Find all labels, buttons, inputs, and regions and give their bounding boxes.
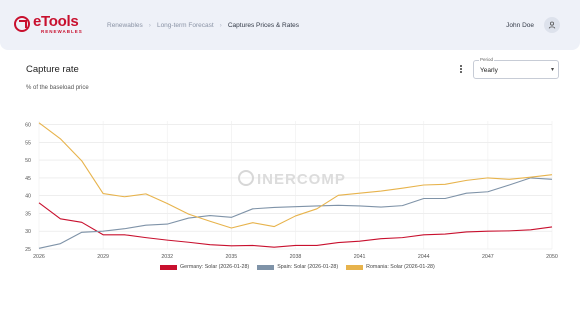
capture-rate-chart: 25 30 35 40 45 50 55 60 2026 2029 2032 2035 2038 2041…: [25, 121, 558, 260]
breadcrumb-renewables[interactable]: Renewables: [107, 22, 143, 29]
legend-label: Germany: Solar (2026-01-28): [180, 264, 250, 270]
y-tick-label: 50: [25, 158, 31, 164]
x-tick-label: 2035: [225, 254, 237, 260]
user-menu[interactable]: John Doe: [506, 17, 560, 33]
chart-subtitle: % of the baseload price: [26, 85, 89, 91]
logo-subtitle: RENEWABLES: [41, 29, 83, 34]
page-title: Capture rate: [26, 64, 79, 75]
legend-item[interactable]: Germany: Solar (2026-01-28): [160, 264, 249, 270]
user-icon: [548, 21, 556, 29]
y-tick-label: 30: [25, 229, 31, 235]
period-select-value: Yearly: [480, 67, 498, 74]
period-select-label: Period: [479, 57, 495, 62]
x-tick-label: 2047: [482, 254, 494, 260]
x-tick-label: 2050: [546, 254, 558, 260]
y-tick-label: 60: [25, 123, 31, 129]
y-tick-label: 45: [25, 176, 31, 182]
y-tick-label: 40: [25, 194, 31, 200]
period-select[interactable]: Period Yearly ▾: [473, 57, 559, 79]
legend-label: Spain: Solar (2026-01-28): [277, 264, 339, 270]
legend-item[interactable]: Romania: Solar (2026-01-28): [346, 264, 435, 270]
y-tick-label: 55: [25, 140, 31, 146]
legend-label: Romania: Solar (2026-01-28): [366, 264, 435, 270]
x-tick-label: 2044: [418, 254, 430, 260]
x-tick-label: 2032: [161, 254, 173, 260]
logo-name: eTools: [33, 13, 79, 30]
x-tick-label: 2041: [354, 254, 366, 260]
breadcrumb-separator-icon: ›: [219, 22, 222, 29]
avatar[interactable]: [544, 17, 560, 33]
x-tick-label: 2038: [290, 254, 302, 260]
logo-arrow-icon: [14, 16, 30, 33]
legend-swatch: [257, 264, 275, 270]
breadcrumb-current-page: Captures Prices & Rates: [227, 22, 300, 29]
chevron-down-icon: ▾: [550, 67, 554, 73]
more-options-icon[interactable]: [456, 62, 466, 76]
y-tick-label: 35: [25, 211, 31, 217]
watermark-text: INERCOMP: [257, 171, 346, 188]
legend-swatch: [160, 264, 177, 270]
breadcrumb-long-term-forecast[interactable]: Long-term Forecast: [157, 22, 214, 29]
breadcrumb: Renewables › Long-term Forecast › Captur…: [107, 22, 299, 29]
y-tick-label: 25: [25, 247, 31, 253]
x-tick-label: 2029: [97, 254, 109, 260]
top-bar: eTools RENEWABLES Renewables › Long-term…: [0, 0, 580, 50]
chart-legend: Germany: Solar (2026-01-28) Spain: Solar …: [160, 264, 443, 270]
x-tick-label: 2026: [33, 254, 45, 260]
breadcrumb-separator-icon: ›: [148, 22, 151, 29]
etools-logo[interactable]: eTools RENEWABLES: [14, 14, 83, 35]
legend-swatch: [346, 264, 364, 270]
user-name: John Doe: [506, 21, 534, 29]
legend-item[interactable]: Spain: Solar (2026-01-28): [257, 264, 338, 270]
